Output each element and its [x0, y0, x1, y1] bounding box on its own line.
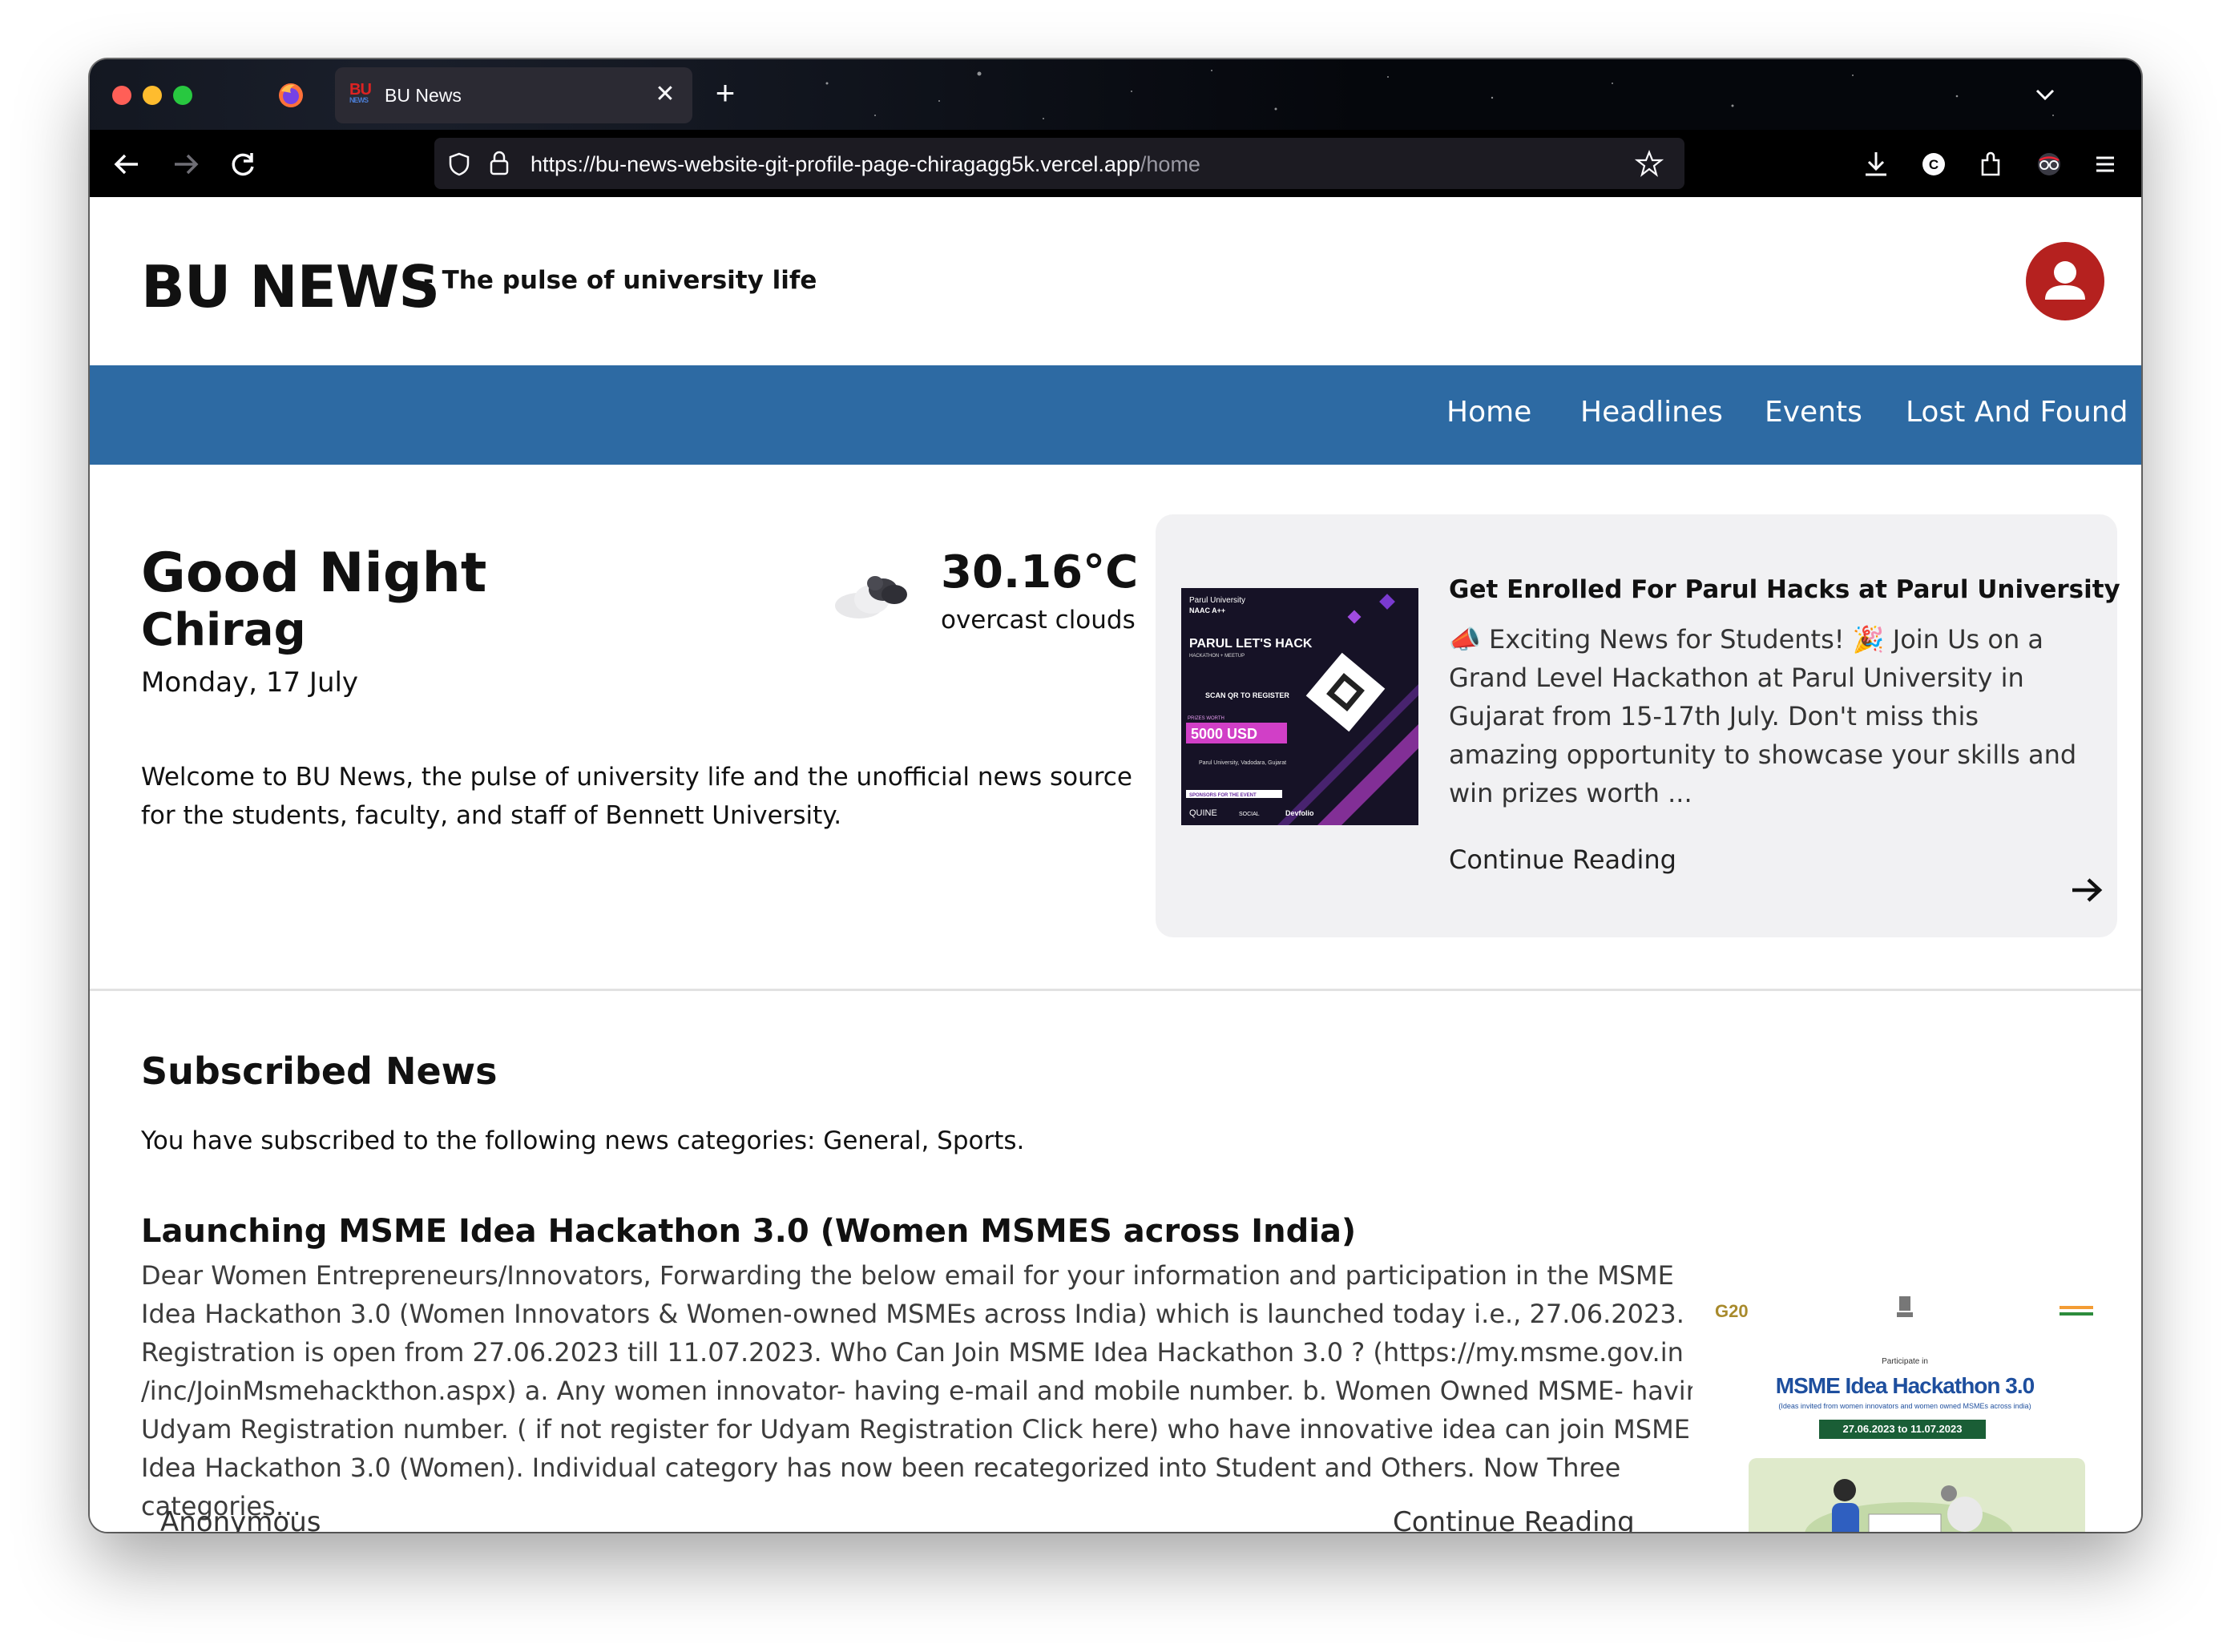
poster-title: MSME Idea Hackathon 3.0	[1775, 1373, 2035, 1398]
tab-title: BU News	[385, 85, 462, 106]
svg-text:5000 USD: 5000 USD	[1191, 726, 1257, 742]
firefox-icon[interactable]	[277, 82, 305, 109]
poster-dates: 27.06.2023 to 11.07.2023	[1819, 1420, 1986, 1439]
article-author: Anonymous	[160, 1506, 321, 1532]
extension-c-icon[interactable]: C	[1914, 144, 1954, 184]
nav-lost-and-found[interactable]: Lost And Found	[1906, 396, 2128, 429]
profile-button[interactable]	[2026, 242, 2104, 320]
zoom-window-button[interactable]	[173, 86, 192, 105]
tab-bar: BU NEWS BU News ✕ +	[90, 59, 2141, 130]
section-divider	[90, 989, 2141, 991]
url-text[interactable]: https://bu-news-website-git-profile-page…	[531, 152, 1200, 177]
svg-text:Parul University: Parul University	[1189, 596, 1245, 605]
welcome-text: Welcome to BU News, the pulse of univers…	[141, 763, 1132, 830]
bookmark-star-icon[interactable]	[1635, 149, 1664, 178]
nav-events[interactable]: Events	[1765, 396, 1862, 429]
cloud-icon	[835, 576, 907, 618]
web-page: BU NEWS - The pulse of university life H…	[90, 197, 2141, 1532]
url-bar[interactable]: https://bu-news-website-git-profile-page…	[434, 138, 1684, 189]
svg-text:NAAC A++: NAAC A++	[1189, 606, 1225, 614]
article-excerpt: Dear Women Entrepreneurs/Innovators, For…	[141, 1260, 1719, 1521]
nav-home[interactable]: Home	[1446, 396, 1531, 429]
article-continue-reading-link[interactable]: Continue Reading	[1393, 1506, 1635, 1532]
hackathon-poster: Parul University NAAC A++ PARUL LET'S HA…	[1181, 588, 1418, 825]
download-icon[interactable]	[1856, 144, 1896, 184]
poster-header: Participate in	[1882, 1357, 1928, 1366]
featured-article-card[interactable]: Parul University NAAC A++ PARUL LET'S HA…	[1156, 514, 2120, 937]
reload-icon[interactable]	[223, 144, 263, 184]
svg-text:Devfolio: Devfolio	[1285, 809, 1314, 817]
nav-headlines[interactable]: Headlines	[1580, 396, 1723, 429]
tricolor-logo-icon	[2060, 1306, 2093, 1316]
arrow-right-icon[interactable]	[2068, 870, 2108, 910]
close-tab-icon[interactable]: ✕	[651, 80, 680, 109]
g20-logo: G20	[1715, 1301, 1749, 1321]
svg-text:SCAN QR TO REGISTER: SCAN QR TO REGISTER	[1205, 691, 1289, 699]
close-window-button[interactable]	[112, 86, 131, 105]
featured-article-title[interactable]: Get Enrolled For Parul Hacks at Parul Un…	[1449, 575, 2120, 604]
lock-icon[interactable]	[487, 149, 511, 178]
greeting-title: Good Night	[141, 542, 487, 605]
svg-text:HACKATHON + MEETUP: HACKATHON + MEETUP	[1189, 654, 1245, 659]
featured-article-image[interactable]: Parul University NAAC A++ PARUL LET'S HA…	[1181, 588, 1418, 825]
greeting-name: Chirag	[141, 604, 306, 656]
extensions-puzzle-icon[interactable]	[1971, 144, 2011, 184]
main-nav: Home Headlines Events Lost And Found	[90, 365, 2141, 465]
featured-continue-reading-link[interactable]: Continue Reading	[1449, 844, 1676, 875]
svg-text:PRIZES WORTH: PRIZES WORTH	[1188, 716, 1224, 721]
minimize-window-button[interactable]	[143, 86, 162, 105]
svg-text:QUINE: QUINE	[1189, 808, 1217, 818]
back-arrow-icon[interactable]	[107, 144, 147, 184]
subscribed-categories-text: You have subscribed to the following new…	[141, 1126, 1025, 1155]
svg-text:SOCIAL: SOCIAL	[1239, 812, 1260, 817]
article-title[interactable]: Launching MSME Idea Hackathon 3.0 (Women…	[141, 1213, 1356, 1250]
chevron-down-icon[interactable]	[2029, 79, 2061, 111]
site-tagline: - The pulse of university life	[423, 266, 817, 295]
greeting-date: Monday, 17 July	[141, 667, 359, 699]
svg-text:PARUL LET'S HACK: PARUL LET'S HACK	[1189, 637, 1313, 651]
temperature: 30.16°C	[941, 546, 1139, 598]
subscribed-news-heading: Subscribed News	[141, 1050, 498, 1093]
article-image[interactable]: G20 Participate in MSME Idea Hackathon 3…	[1692, 1255, 2117, 1532]
bu-news-favicon-icon: BU NEWS	[349, 81, 372, 104]
emblem-icon	[1897, 1296, 1913, 1317]
tab-bu-news[interactable]: BU NEWS BU News ✕	[335, 67, 692, 123]
browser-chrome: BU NEWS BU News ✕ + https://bu-news-webs…	[90, 59, 2141, 197]
site-header: BU NEWS - The pulse of university life	[90, 197, 2141, 365]
browser-window: BU NEWS BU News ✕ + https://bu-news-webs…	[90, 59, 2141, 1532]
svg-text:Parul University, Vadodara, Gu: Parul University, Vadodara, Gujarat	[1199, 760, 1286, 766]
forward-arrow-icon[interactable]	[165, 144, 205, 184]
navigation-toolbar: https://bu-news-website-git-profile-page…	[90, 130, 2141, 197]
weather-condition: overcast clouds	[941, 606, 1136, 635]
user-icon	[2045, 261, 2085, 300]
svg-text:SPONSORS FOR THE EVENT: SPONSORS FOR THE EVENT	[1189, 793, 1257, 798]
poster-illustration	[1749, 1458, 2085, 1532]
site-logo[interactable]: BU NEWS	[141, 253, 440, 320]
svg-text:C: C	[1929, 157, 1939, 172]
shield-icon[interactable]	[446, 151, 473, 178]
featured-article-excerpt: 📣 Exciting News for Students! 🎉 Join Us …	[1449, 624, 2077, 808]
poster-subtitle: (Ideas invited from women innovators and…	[1778, 1402, 2031, 1410]
account-avatar-icon[interactable]	[2029, 144, 2069, 184]
hamburger-menu-icon[interactable]	[2085, 144, 2125, 184]
new-tab-button[interactable]: +	[707, 75, 744, 112]
